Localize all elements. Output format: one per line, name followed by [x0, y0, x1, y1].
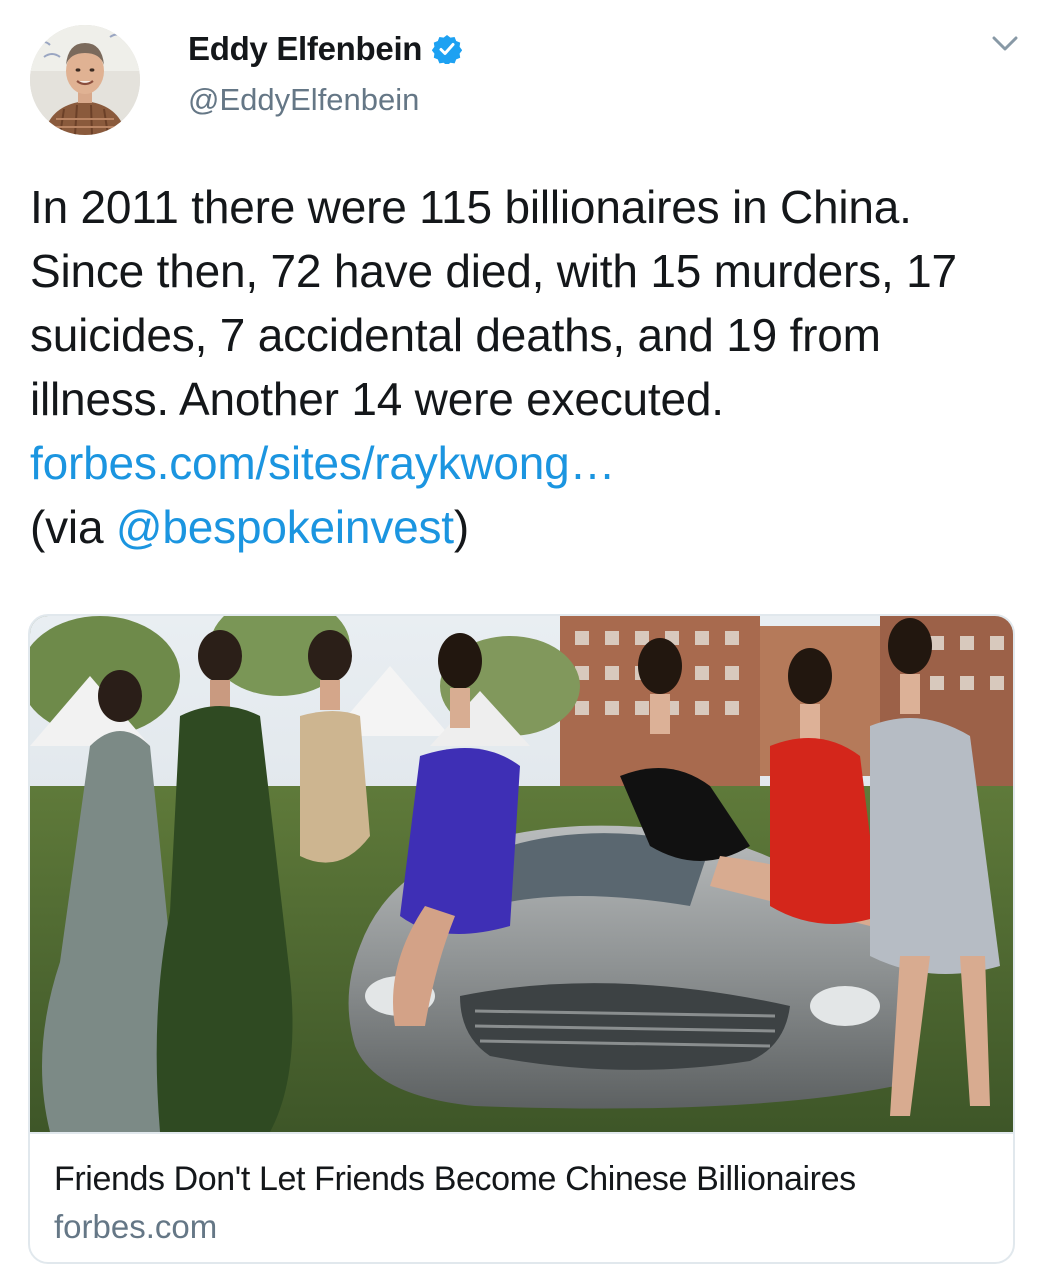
author-name[interactable]: Eddy Elfenbein — [188, 30, 422, 68]
via-prefix: (via — [30, 501, 116, 553]
author-name-row[interactable]: Eddy Elfenbein — [188, 30, 463, 68]
tweet-body-text: In 2011 there were 115 billionaires in C… — [30, 181, 957, 425]
verified-badge-icon — [432, 35, 463, 64]
article-link[interactable]: forbes.com/sites/raykwong… — [30, 437, 616, 489]
via-suffix: ) — [453, 501, 470, 553]
card-title[interactable]: Friends Don't Let Friends Become Chinese… — [54, 1160, 856, 1199]
card-domain: forbes.com — [54, 1208, 218, 1245]
article-photo-icon — [30, 616, 1013, 1132]
chevron-down-icon[interactable] — [990, 34, 1020, 54]
tweet: Eddy Elfenbein @EddyElfenbein In 2011 th… — [0, 0, 1045, 1280]
avatar[interactable] — [30, 25, 140, 135]
card-divider — [30, 1132, 1013, 1134]
link-preview-card[interactable]: Friends Don't Let Friends Become Chinese… — [28, 614, 1015, 1264]
profile-photo-icon — [30, 25, 140, 135]
mention-link[interactable]: @bespokeinvest — [116, 501, 454, 553]
tweet-text: In 2011 there were 115 billionaires in C… — [30, 175, 1020, 559]
author-handle[interactable]: @EddyElfenbein — [188, 82, 419, 118]
card-image[interactable] — [30, 616, 1013, 1132]
